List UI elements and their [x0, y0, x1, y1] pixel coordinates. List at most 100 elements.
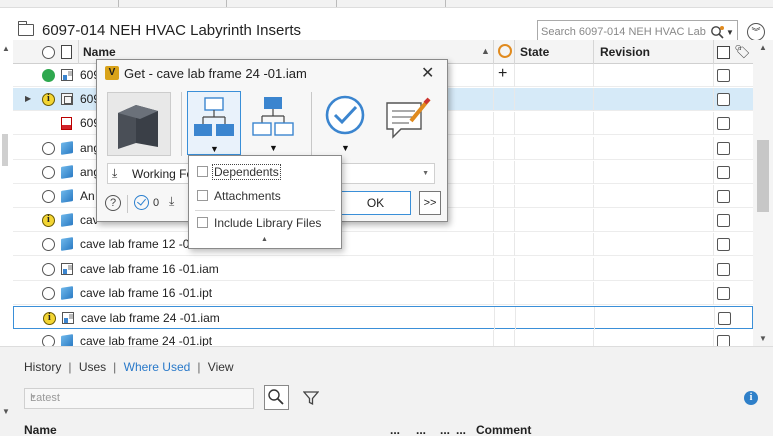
dialog-title: Get - cave lab frame 24 -01.iam [124, 66, 307, 81]
file-type-column-icon[interactable] [61, 45, 72, 59]
splitter-handle[interactable] [2, 134, 8, 166]
file-name: cave lab frame 16 -01.ipt [80, 285, 213, 300]
include-library-files-checkbox[interactable] [197, 217, 208, 228]
part-file-icon [61, 213, 73, 228]
chevron-down-icon: ▼ [341, 143, 350, 153]
collapse-icon[interactable]: ︾ [747, 23, 765, 41]
tab-history[interactable]: History [24, 360, 61, 374]
column-header-name[interactable]: Name [24, 423, 57, 436]
row-checkbox[interactable] [717, 286, 730, 300]
menu-item-include-library-files[interactable]: Include Library Files [189, 211, 341, 235]
structure-options-button[interactable]: ▼ [187, 91, 241, 155]
file-status-icon [42, 69, 55, 82]
search-input[interactable] [541, 23, 706, 41]
chevron-down-icon: ▼ [422, 170, 429, 177]
row-checkbox[interactable] [717, 262, 730, 276]
file-status-icon [42, 214, 55, 228]
lock-status-column-icon[interactable] [498, 44, 512, 58]
asm-file-icon [61, 69, 73, 81]
tab-where-used[interactable]: Where Used [124, 360, 191, 374]
chevron-down-icon: ▼ [210, 144, 219, 154]
column-header-more[interactable]: ... [456, 423, 466, 436]
row-checkbox[interactable] [718, 312, 731, 325]
table-row[interactable]: cave lab frame 16 -01.ipt [13, 281, 753, 305]
chevron-down-icon: ▼ [30, 394, 37, 401]
table-row[interactable]: cave lab frame 12 -01. [13, 233, 753, 257]
row-checkbox[interactable] [717, 190, 730, 203]
tab-view[interactable]: View [208, 360, 234, 374]
file-status-icon [42, 165, 55, 179]
scroll-down-arrow-icon[interactable]: ▼ [759, 334, 767, 343]
search-options-dropdown[interactable]: ▼ [726, 28, 734, 37]
dependents-checkbox[interactable] [197, 166, 208, 177]
asm-file-icon [62, 312, 74, 324]
vault-logo-icon: V [105, 66, 119, 80]
vertical-scrollbar[interactable]: ▲ ▼ [753, 40, 773, 346]
expand-dialog-button[interactable]: >> [419, 191, 441, 215]
column-header-comment[interactable]: Comment [476, 423, 531, 436]
column-header-name[interactable]: Name [83, 45, 116, 59]
column-header-more[interactable]: ... [416, 423, 426, 436]
column-header-state[interactable]: State [520, 45, 549, 59]
idw-file-icon [61, 93, 73, 106]
expand-row-icon[interactable]: ▶ [25, 94, 31, 103]
check-out-button[interactable]: ▼ [319, 91, 373, 155]
collapse-menu-icon[interactable]: ▲ [261, 236, 268, 243]
ok-button[interactable]: OK [340, 191, 411, 215]
row-checkbox[interactable] [717, 238, 730, 252]
file-name: An [80, 189, 95, 203]
table-row[interactable]: cave lab frame 16 -01.iam [13, 257, 753, 281]
structure-dropdown-menu: Dependents Attachments Include Library F… [188, 155, 342, 249]
menu-item-label: Include Library Files [214, 216, 322, 230]
status-column-icon[interactable] [42, 46, 55, 59]
column-header-more[interactable]: ... [440, 423, 450, 436]
row-checkbox[interactable] [717, 214, 730, 228]
part-file-icon [61, 285, 73, 300]
part-file-icon [61, 237, 73, 252]
row-checkbox[interactable] [717, 69, 730, 82]
preview-tabs: History | Uses | Where Used | View [24, 360, 234, 374]
comment-button[interactable] [381, 91, 437, 155]
folder-icon [17, 21, 34, 36]
file-name: cave lab frame 24 -01.ipt [80, 334, 213, 346]
chevron-up-icon[interactable]: ▲ [2, 44, 10, 53]
menu-item-dependents[interactable]: Dependents [189, 160, 341, 184]
filter-icon[interactable] [303, 390, 319, 406]
part-file-icon [61, 140, 73, 155]
table-row[interactable]: cave lab frame 24 -01.iam [13, 306, 753, 330]
left-gutter: ▲ [0, 40, 13, 346]
download-icon: ⤓ [112, 166, 118, 180]
table-row[interactable]: cave lab frame 24 -01.ipt [13, 330, 753, 346]
info-icon[interactable]: i [744, 391, 758, 405]
row-checkbox[interactable] [717, 165, 730, 179]
where-used-header: Name ... ... ... ... Comment [0, 423, 773, 436]
row-checkbox[interactable] [717, 93, 730, 107]
column-header-revision[interactable]: Revision [600, 45, 650, 59]
version-select[interactable]: Latest ▼ [24, 388, 254, 409]
tag-icon[interactable]: 🏷 [734, 44, 751, 60]
search-icon[interactable] [710, 25, 725, 40]
vault-titlebar: 6097-014 NEH HVAC Labyrinth Inserts ▼ ︾ [0, 8, 773, 44]
select-all-checkbox[interactable] [717, 46, 730, 59]
file-status-icon [43, 312, 56, 325]
column-header-more[interactable]: ... [390, 423, 400, 436]
file-status-icon [42, 93, 55, 107]
find-button[interactable] [264, 385, 289, 410]
scrollbar-thumb[interactable] [757, 140, 769, 212]
attachments-checkbox[interactable] [197, 190, 208, 201]
row-checkbox[interactable] [717, 117, 730, 131]
close-icon[interactable]: ✕ [421, 63, 434, 83]
tab-uses[interactable]: Uses [79, 360, 106, 374]
file-status-icon [42, 238, 55, 252]
children-options-button[interactable]: ▼ [247, 91, 301, 155]
file-name: cave lab frame 12 -01. [80, 237, 200, 252]
hierarchy-icon [194, 97, 234, 136]
toolbar-strip [0, 0, 773, 8]
sort-asc-icon[interactable]: ▲ [481, 46, 490, 56]
chevron-down-icon[interactable]: ▼ [2, 407, 10, 416]
row-checkbox[interactable] [717, 141, 730, 155]
row-checkbox[interactable] [717, 335, 730, 346]
menu-item-attachments[interactable]: Attachments [189, 184, 341, 208]
help-icon[interactable]: ? [105, 195, 121, 211]
scroll-up-arrow-icon[interactable]: ▲ [759, 43, 767, 52]
